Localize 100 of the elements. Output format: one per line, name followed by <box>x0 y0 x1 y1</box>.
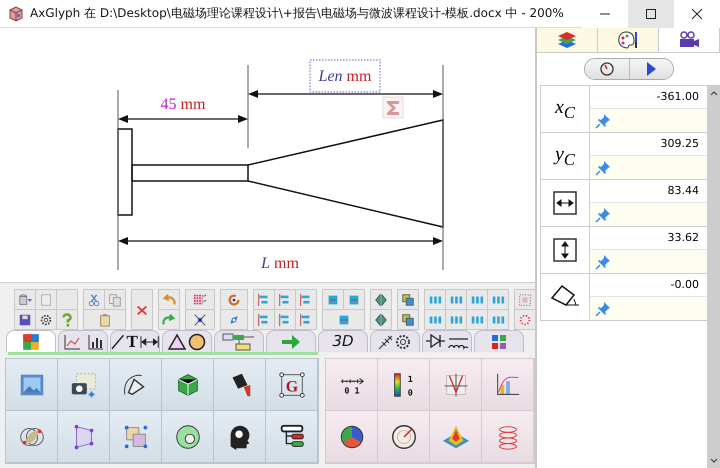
size-icon <box>336 312 350 326</box>
puzzle-icon <box>22 332 40 350</box>
tool-button[interactable]: G <box>266 359 318 411</box>
tool-button[interactable] <box>214 411 266 463</box>
clipboard-icon <box>98 312 112 326</box>
tool-button[interactable]: 0 1 <box>326 359 378 411</box>
dimension-icon <box>140 334 159 350</box>
toolbar-button[interactable] <box>398 290 418 309</box>
width-icon <box>553 191 577 215</box>
toolbar-button[interactable] <box>84 290 104 309</box>
tool-button[interactable] <box>162 411 214 463</box>
right-arrow-icon <box>281 334 301 350</box>
rotate-icon <box>227 292 241 306</box>
size-icon <box>347 292 361 306</box>
text-tool-label: T <box>126 333 138 350</box>
dimension-label: Len mm <box>318 68 372 85</box>
tool-button[interactable] <box>58 359 110 411</box>
sigma-icon[interactable] <box>382 96 404 118</box>
tool-button[interactable] <box>326 411 378 463</box>
layers-icon <box>557 31 577 49</box>
layers-tab[interactable] <box>537 28 598 52</box>
selection-box[interactable] <box>310 60 380 92</box>
redo-icon <box>162 312 176 326</box>
scrollbar[interactable] <box>707 86 720 468</box>
charts-tab[interactable] <box>58 330 108 352</box>
property-label: x$_{C}$ <box>554 96 575 122</box>
frame-letter: G <box>285 378 298 396</box>
toolbar-button[interactable] <box>132 290 152 329</box>
shapes-icon <box>167 332 207 350</box>
node-icon <box>193 312 207 326</box>
toolbar-button[interactable] <box>15 310 35 329</box>
circuit-tab[interactable] <box>422 330 472 352</box>
order-icon <box>401 312 415 326</box>
pin-icon[interactable] <box>595 206 611 222</box>
palette-icon <box>617 30 639 50</box>
arrows-tab[interactable] <box>266 330 316 352</box>
pin-icon[interactable] <box>595 160 611 176</box>
height-icon <box>553 238 577 262</box>
flip-icon <box>374 292 388 306</box>
database-icon <box>18 292 32 306</box>
save-icon <box>18 312 32 326</box>
app-cube-icon <box>8 6 24 22</box>
scissors-icon <box>87 292 101 306</box>
pin-icon[interactable] <box>595 254 611 270</box>
dots-circle-icon <box>518 312 532 326</box>
physics-tab[interactable] <box>370 330 420 352</box>
toolbar-button[interactable] <box>515 310 535 329</box>
spring-gear-icon <box>378 332 412 350</box>
toolbar-button[interactable] <box>186 310 214 329</box>
play-button[interactable] <box>628 59 672 79</box>
toolbar-button[interactable] <box>398 310 418 329</box>
copy-icon <box>108 292 122 306</box>
shapes-tab[interactable] <box>162 330 212 352</box>
gear-icon <box>39 312 53 326</box>
3d-label: 3D <box>332 334 354 349</box>
help-icon <box>60 312 74 326</box>
timer-icon <box>598 61 614 77</box>
tool-button[interactable] <box>378 411 430 463</box>
toolbar-button[interactable] <box>371 290 391 309</box>
flowchart-tab[interactable] <box>214 330 264 352</box>
maximize-button[interactable] <box>628 0 674 28</box>
colorbar-bottom-label: 0 <box>407 386 412 397</box>
toolbar-button[interactable] <box>15 290 35 309</box>
page-icon <box>39 292 53 306</box>
ruler-label: 0 1 <box>344 384 360 395</box>
group-icon <box>518 292 532 306</box>
grid-icon <box>193 292 207 306</box>
palette-tab[interactable] <box>598 28 659 52</box>
close-icon <box>691 8 703 20</box>
window-title: AxGlyph 在 D:\Desktop\电磁场理论课程设计\+报告\电磁场与微波课程设计-模板.docx 中 - 200% <box>30 5 565 22</box>
lines-text-tab[interactable]: T <box>110 330 160 352</box>
circuit-icon <box>425 332 469 350</box>
tool-button[interactable] <box>110 359 162 411</box>
line-icon <box>111 334 124 350</box>
toolbar-button[interactable] <box>221 310 247 329</box>
movie-camera-icon <box>678 31 700 49</box>
more-tab[interactable] <box>474 330 524 352</box>
timer-button[interactable] <box>584 59 628 79</box>
scroll-up-icon[interactable] <box>708 89 718 97</box>
pin-icon[interactable] <box>595 300 611 316</box>
size-icon <box>326 292 340 306</box>
dimension-label: L mm <box>261 255 299 272</box>
toolbar-button[interactable] <box>36 310 56 329</box>
four-squares-icon <box>491 334 507 350</box>
art-tab[interactable] <box>6 330 56 352</box>
charts-icon <box>63 334 103 350</box>
scroll-down-icon[interactable] <box>708 457 718 465</box>
property-label: y$_{C}$ <box>554 142 575 170</box>
tool-button[interactable]: 1 0 <box>378 359 430 411</box>
tool-button[interactable] <box>266 411 318 463</box>
flowchart-icon <box>222 332 256 350</box>
flip-icon <box>374 312 388 326</box>
tool-button[interactable] <box>214 359 266 411</box>
order-icon <box>401 292 415 306</box>
dimension-label: 45 mm <box>160 96 206 113</box>
toolbar-button[interactable] <box>186 290 214 309</box>
pin-icon[interactable] <box>595 112 611 128</box>
3d-tab[interactable]: 3D <box>318 330 368 352</box>
toolbar-button[interactable] <box>371 310 391 329</box>
play-icon <box>645 61 657 77</box>
